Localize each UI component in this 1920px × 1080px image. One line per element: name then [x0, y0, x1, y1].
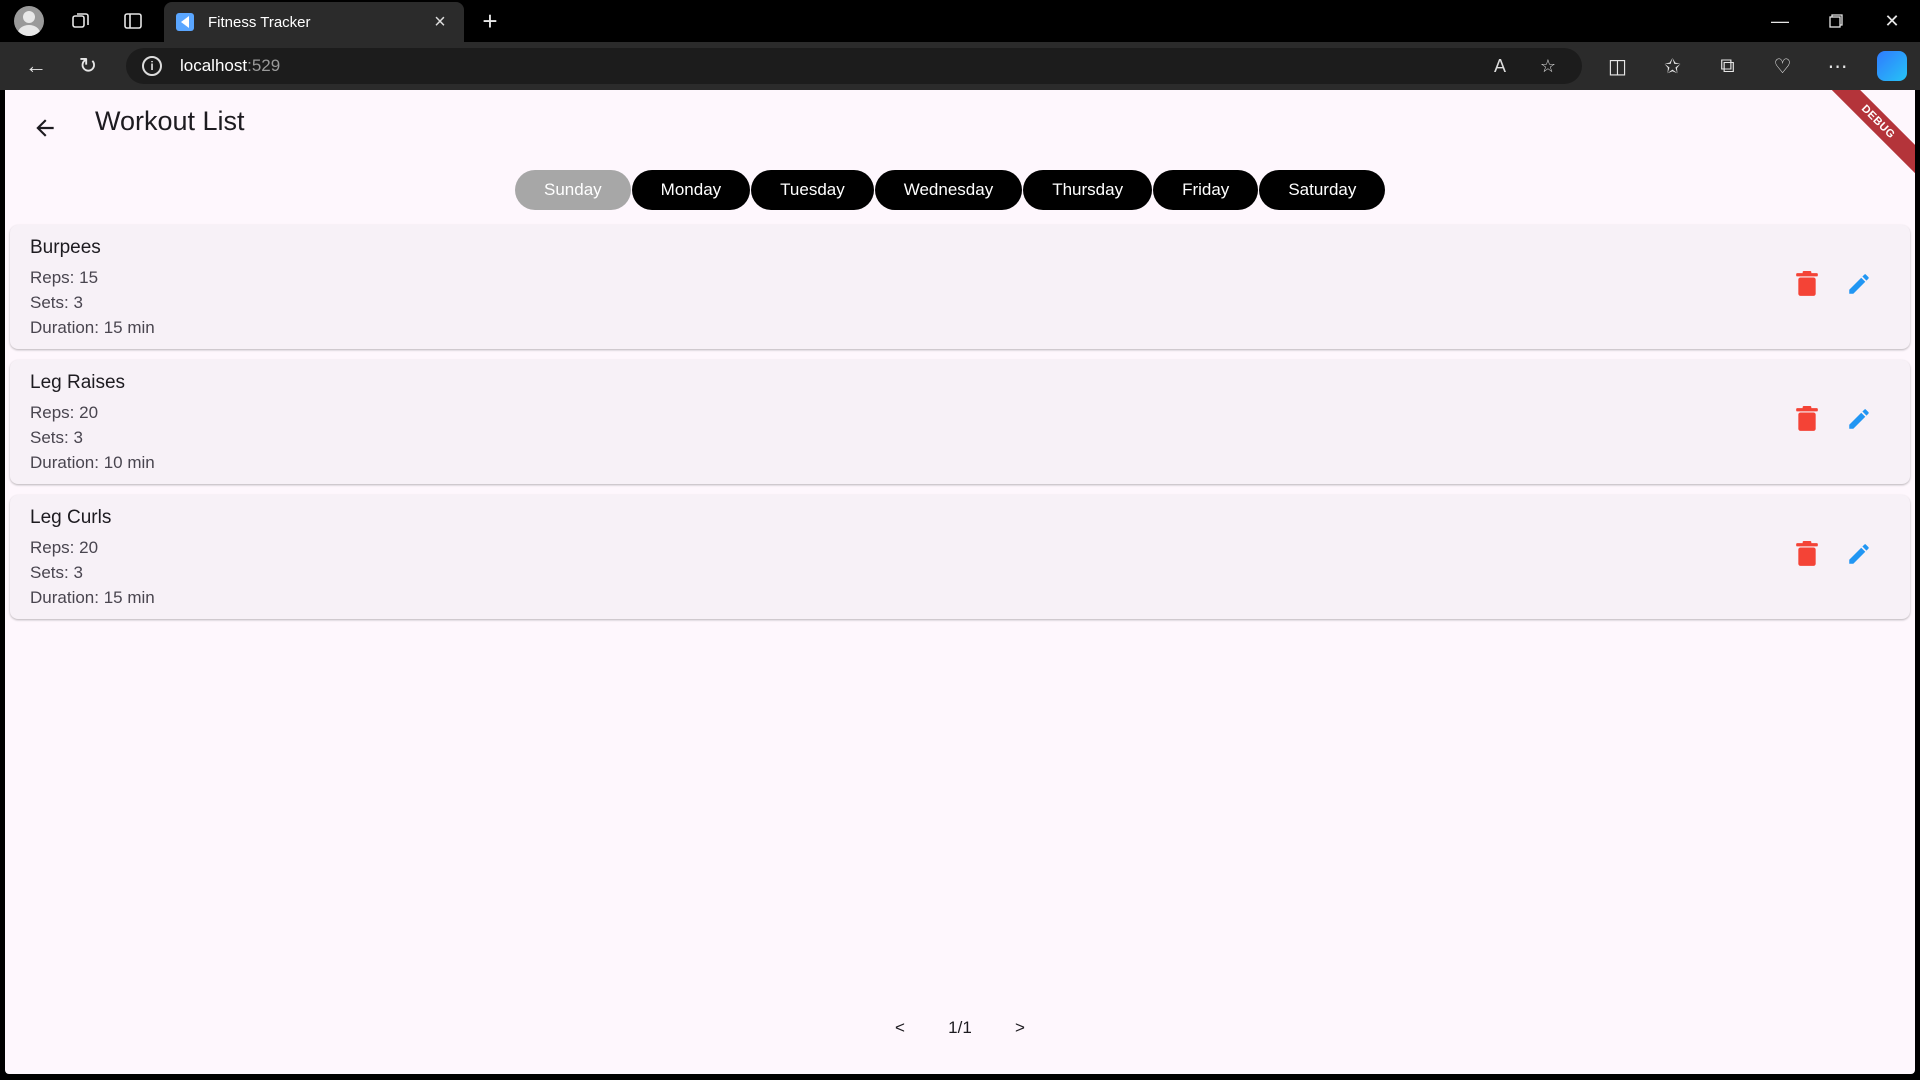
close-window-icon[interactable]: ✕ — [1864, 0, 1920, 42]
vertical-tabs-icon[interactable] — [112, 0, 154, 42]
minimize-icon[interactable]: — — [1752, 0, 1808, 42]
split-screen-icon[interactable]: ◫ — [1590, 54, 1645, 79]
browser-tab-active[interactable]: Fitness Tracker × — [164, 2, 464, 42]
back-arrow-icon[interactable] — [25, 108, 65, 148]
pagination: < 1/1 > — [5, 1018, 1915, 1038]
workout-name: Burpees — [30, 237, 101, 258]
app-viewport: Workout List DEBUG Sunday Monday Tuesday We… — [5, 90, 1915, 1074]
workout-name: Leg Raises — [30, 372, 126, 393]
read-aloud-icon[interactable]: A — [1476, 56, 1524, 77]
collections-icon[interactable]: ⧉ — [1700, 55, 1755, 78]
workout-reps: Reps: 20 — [30, 538, 99, 557]
prev-page-button[interactable]: < — [865, 1018, 935, 1038]
workout-duration: Duration: 10 min — [30, 453, 155, 472]
browser-toolbar: ← ↻ i localhost:529 A ☆ ◫ ✩ ⧉ ♡ ⋯ — [0, 42, 1920, 90]
day-chip-monday[interactable]: Monday — [631, 170, 751, 210]
new-tab-icon[interactable]: + — [476, 8, 504, 36]
refresh-icon[interactable]: ↻ — [62, 44, 114, 88]
window-controls: — ✕ — [1752, 0, 1920, 42]
edit-icon[interactable] — [1846, 271, 1872, 302]
workout-name: Leg Curls — [30, 507, 112, 528]
address-bar[interactable]: i localhost:529 A ☆ — [126, 48, 1582, 84]
url-port: :529 — [247, 56, 281, 75]
workout-sets: Sets: 3 — [30, 428, 83, 447]
browser-titlebar: Fitness Tracker × + — ✕ — [0, 0, 1920, 42]
workout-card: Burpees Reps: 15 Sets: 3 Duration: 15 min — [10, 225, 1910, 349]
delete-icon[interactable] — [1796, 406, 1846, 437]
workout-card: Leg Curls Reps: 20 Sets: 3 Duration: 15 min — [10, 495, 1910, 619]
workout-duration: Duration: 15 min — [30, 318, 155, 337]
edit-icon[interactable] — [1846, 541, 1872, 572]
favorite-star-icon[interactable]: ☆ — [1524, 56, 1572, 77]
more-menu-icon[interactable]: ⋯ — [1810, 54, 1865, 79]
favorites-icon[interactable]: ✩ — [1645, 54, 1700, 79]
app-bar: Workout List — [5, 90, 1915, 160]
delete-icon[interactable] — [1796, 541, 1846, 572]
day-chip-wednesday[interactable]: Wednesday — [874, 170, 1023, 210]
profile-button[interactable] — [8, 0, 50, 42]
page-title: Workout List — [95, 106, 245, 136]
workout-card: Leg Raises Reps: 20 Sets: 3 Duration: 10 mi… — [10, 360, 1910, 484]
site-info-icon[interactable]: i — [142, 56, 162, 76]
edit-icon[interactable] — [1846, 406, 1872, 437]
workout-sets: Sets: 3 — [30, 293, 83, 312]
url-host: localhost — [180, 56, 248, 75]
next-page-button[interactable]: > — [985, 1018, 1055, 1038]
tab-title: Fitness Tracker — [208, 13, 311, 31]
copilot-icon[interactable] — [1877, 51, 1907, 81]
avatar-icon — [14, 6, 44, 36]
tab-close-icon[interactable]: × — [428, 11, 452, 34]
browser-essentials-icon[interactable]: ♡ — [1755, 54, 1810, 79]
day-chip-thursday[interactable]: Thursday — [1023, 170, 1153, 210]
workout-list: Burpees Reps: 15 Sets: 3 Duration: 15 min Le… — [10, 225, 1910, 630]
day-selector: Sunday Monday Tuesday Wednesday Thursday Frid… — [515, 170, 1386, 210]
back-icon[interactable]: ← — [10, 44, 62, 88]
day-chip-friday[interactable]: Friday — [1153, 170, 1259, 210]
flutter-favicon-icon — [176, 13, 194, 31]
page-indicator: 1/1 — [948, 1018, 972, 1037]
day-chip-saturday[interactable]: Saturday — [1259, 170, 1386, 210]
delete-icon[interactable] — [1796, 271, 1846, 302]
day-chip-sunday[interactable]: Sunday — [515, 170, 631, 210]
workout-duration: Duration: 15 min — [30, 588, 155, 607]
day-chip-tuesday[interactable]: Tuesday — [751, 170, 874, 210]
workspaces-icon[interactable] — [60, 0, 102, 42]
workout-reps: Reps: 15 — [30, 268, 99, 287]
restore-icon[interactable] — [1808, 0, 1864, 42]
workout-reps: Reps: 20 — [30, 403, 99, 422]
workout-sets: Sets: 3 — [30, 563, 83, 582]
